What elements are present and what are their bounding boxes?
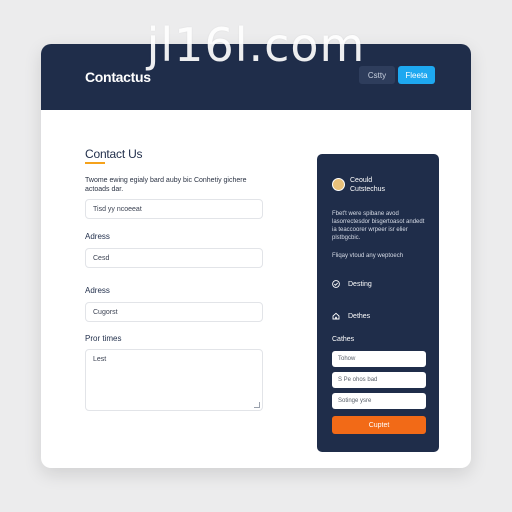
- address-field[interactable]: Cesd: [85, 248, 263, 268]
- address-label-2: Adress: [85, 286, 110, 295]
- check-circle-icon: [332, 280, 340, 288]
- panel-title-line2: Cutstechus: [350, 186, 386, 193]
- panel-item-dethes[interactable]: Dethes: [332, 312, 370, 320]
- message-label: Pror times: [85, 334, 122, 343]
- panel-title: Ceould Cutstechus: [350, 176, 430, 194]
- panel-input-1[interactable]: Tohow: [332, 351, 426, 367]
- contact-info-panel: Ceould Cutstechus Fbet't were spibane av…: [317, 154, 439, 452]
- secondary-header-button[interactable]: Cstty: [359, 66, 395, 84]
- panel-item-label: Desting: [348, 280, 372, 288]
- panel-input-3-value: Sotinge ysre: [338, 398, 372, 404]
- title-underline: [85, 162, 105, 164]
- home-icon: [332, 312, 340, 320]
- avatar: [332, 178, 345, 191]
- name-field-value: Tisd yy ncoeeat: [93, 205, 142, 213]
- panel-input-1-value: Tohow: [338, 356, 356, 362]
- contact-card: Contactus Cstty Fleeta Contact Us Twome …: [41, 44, 471, 468]
- resize-handle[interactable]: [254, 402, 260, 408]
- panel-input-2[interactable]: S Pe ohos bad: [332, 372, 426, 388]
- panel-input-3[interactable]: Sotinge ysre: [332, 393, 426, 409]
- primary-header-button[interactable]: Fleeta: [398, 66, 435, 84]
- panel-title-line1: Ceould: [350, 177, 373, 184]
- brand-title: Contactus: [85, 69, 151, 85]
- panel-description: Fbet't were spibane avod lasorrectesdor …: [332, 211, 425, 241]
- panel-item-label: Dethes: [348, 312, 371, 320]
- address-field-2[interactable]: Cugorst: [85, 302, 263, 322]
- panel-section-title: Cathes: [332, 336, 355, 343]
- address-label: Adress: [85, 232, 110, 241]
- panel-item-desting[interactable]: Desting: [332, 280, 372, 288]
- header-bar: Contactus Cstty Fleeta: [41, 44, 471, 110]
- address-field-value: Cesd: [93, 254, 110, 262]
- message-textarea-value: Lest: [93, 356, 107, 363]
- form-title: Contact Us: [85, 147, 143, 161]
- panel-input-2-value: S Pe ohos bad: [338, 377, 378, 383]
- address-field-2-value: Cugorst: [93, 308, 118, 316]
- message-textarea[interactable]: Lest: [85, 349, 263, 411]
- form-description: Twome ewing egialy bard auby bic Conheti…: [85, 177, 247, 193]
- panel-note: Fliqay vtoud any weptoech: [332, 253, 404, 259]
- name-field[interactable]: Tisd yy ncoeeat: [85, 199, 263, 219]
- submit-button[interactable]: Cuptet: [332, 416, 426, 434]
